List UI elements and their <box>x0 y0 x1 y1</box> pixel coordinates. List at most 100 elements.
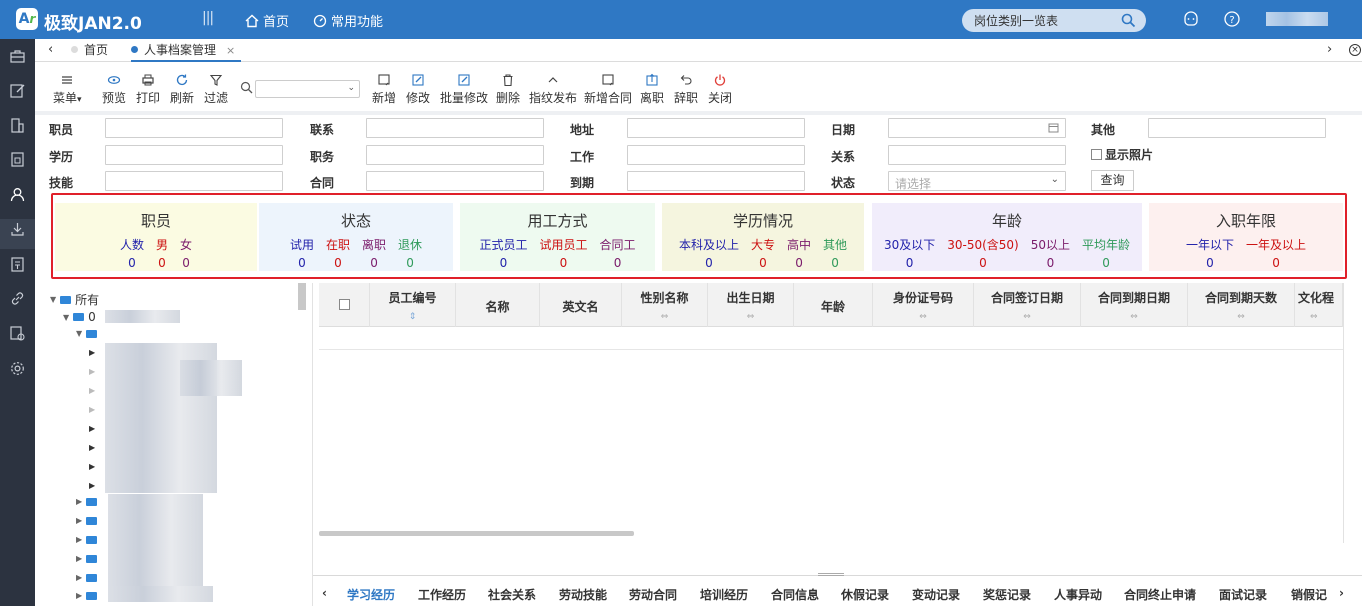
user-avatar[interactable] <box>1266 12 1328 26</box>
tree-node[interactable]: ▶ <box>89 348 95 357</box>
relation-field[interactable] <box>888 145 1066 165</box>
filter-button[interactable]: 过滤 <box>204 73 228 106</box>
stat-item[interactable]: 退休 0 <box>398 236 422 270</box>
education-field[interactable] <box>105 145 283 165</box>
stat-item[interactable]: 离职 0 <box>362 236 386 270</box>
stat-item[interactable]: 试用 0 <box>290 236 314 270</box>
detail-tab[interactable]: 劳动合同 <box>629 586 677 603</box>
preview-button[interactable]: 预览 <box>102 73 126 106</box>
detail-tab[interactable]: 销假记 <box>1291 586 1327 603</box>
tree-node[interactable]: ▶ <box>89 481 95 490</box>
tree-node[interactable]: ▶ <box>89 386 95 395</box>
sort-icon[interactable]: ⇔ <box>622 312 707 322</box>
detail-tab[interactable]: 奖惩记录 <box>983 586 1031 603</box>
tree-node-company[interactable]: ▼ 0 <box>63 310 96 324</box>
tree-node[interactable]: ▶ <box>76 591 98 600</box>
stat-item[interactable]: 30-50(含50) 0 <box>947 236 1019 270</box>
contract-field[interactable] <box>366 171 544 191</box>
detail-tab[interactable]: 面试记录 <box>1219 586 1267 603</box>
column-header[interactable]: 合同到期日期 ⇔ <box>1081 283 1188 327</box>
tab-hr-archive[interactable]: 人事档案管理 × <box>131 39 242 62</box>
contact-field[interactable] <box>366 118 544 138</box>
document-icon[interactable] <box>9 151 26 168</box>
tree-node[interactable]: ▶ <box>89 424 95 433</box>
stat-item[interactable]: 其他 0 <box>823 236 847 270</box>
stat-item[interactable]: 高中 0 <box>787 236 811 270</box>
tab-close-icon[interactable]: × <box>226 44 235 57</box>
column-header[interactable]: 文化程 ⇔ <box>1295 283 1343 327</box>
resign-button[interactable]: 辞职 <box>674 73 698 106</box>
detail-tab[interactable]: 社会关系 <box>488 586 536 603</box>
link-icon[interactable] <box>9 290 26 307</box>
sort-icon[interactable]: ⇕ <box>370 312 455 322</box>
column-header[interactable]: 身份证号码 ⇔ <box>873 283 974 327</box>
search-input[interactable] <box>974 12 1114 29</box>
detail-tab[interactable]: 休假记录 <box>841 586 889 603</box>
show-photo-checkbox[interactable]: 显示照片 <box>1091 146 1153 163</box>
stat-item[interactable]: 50以上 0 <box>1031 236 1070 270</box>
column-header[interactable]: 英文名 <box>540 283 622 327</box>
print-button[interactable]: 打印 <box>136 73 160 106</box>
skill-field[interactable] <box>105 171 283 191</box>
stat-item[interactable]: 男0 <box>156 236 168 270</box>
refresh-button[interactable]: 刷新 <box>170 73 194 106</box>
settings-icon[interactable] <box>9 360 26 377</box>
tree-node[interactable]: ▼ <box>76 329 98 338</box>
detail-tab[interactable]: 劳动技能 <box>559 586 607 603</box>
tab-scroll-left-icon[interactable]: ‹ <box>48 42 53 57</box>
stat-item[interactable]: 30及以下 0 <box>884 236 935 270</box>
delete-button[interactable]: 删除 <box>496 73 520 106</box>
stat-item[interactable]: 人数 0 <box>120 236 144 270</box>
address-field[interactable] <box>627 118 805 138</box>
filter-select[interactable]: ⌄ <box>255 80 360 98</box>
column-header[interactable]: 性别名称 ⇔ <box>622 283 708 327</box>
tree-node[interactable]: ▶ <box>76 516 98 525</box>
tab-home[interactable]: 首页 <box>71 39 108 62</box>
tree-node[interactable]: ▶ <box>89 367 95 376</box>
expiry-field[interactable] <box>627 171 805 191</box>
tree-root[interactable]: ▼ 所有 <box>50 291 99 308</box>
tree-node[interactable]: ▶ <box>76 497 98 506</box>
building-icon[interactable] <box>9 117 26 134</box>
toggle-sidebar-icon[interactable]: ||| <box>202 10 214 26</box>
stat-item[interactable]: 合同工 0 <box>600 236 636 270</box>
select-all-cell[interactable] <box>319 283 370 327</box>
column-header[interactable]: 员工编号 ⇕ <box>370 283 456 327</box>
tree-scrollbar[interactable] <box>298 283 306 310</box>
leave-button[interactable]: 离职 <box>640 73 664 106</box>
date-field[interactable] <box>888 118 1066 138</box>
column-header[interactable]: 出生日期 ⇔ <box>708 283 794 327</box>
edit-doc-icon[interactable] <box>9 82 26 99</box>
tree-node[interactable]: ▶ <box>89 405 95 414</box>
tree-node[interactable]: ▶ <box>76 554 98 563</box>
detail-tab[interactable]: 培训经历 <box>700 586 748 603</box>
global-search[interactable] <box>962 9 1146 32</box>
detail-tab[interactable]: 变动记录 <box>912 586 960 603</box>
nav-common-functions[interactable]: 常用功能 <box>313 11 383 30</box>
stat-item[interactable]: 在职 0 <box>326 236 350 270</box>
stat-item[interactable]: 正式员工 0 <box>479 236 527 270</box>
checkbox[interactable] <box>1091 149 1102 160</box>
pane-divider[interactable] <box>312 283 313 606</box>
tab-scroll-right-icon[interactable]: › <box>1327 42 1332 57</box>
position-field[interactable] <box>366 145 544 165</box>
sort-icon[interactable]: ⇔ <box>1081 312 1187 322</box>
column-header[interactable]: 合同签订日期 ⇔ <box>974 283 1081 327</box>
work-field[interactable] <box>627 145 805 165</box>
person-icon[interactable] <box>9 186 26 203</box>
sort-icon[interactable]: ⇔ <box>708 312 793 322</box>
other-field[interactable] <box>1148 118 1326 138</box>
stat-item[interactable]: 大专 0 <box>751 236 775 270</box>
download-icon[interactable] <box>9 221 26 238</box>
fingerprint-publish-button[interactable]: 指纹发布 <box>529 73 577 106</box>
menu-button[interactable]: 菜单▾ <box>53 73 82 106</box>
stat-item[interactable]: 本科及以上 0 <box>679 236 739 270</box>
add-contract-button[interactable]: 新增合同 <box>584 73 632 106</box>
invoice-icon[interactable] <box>9 256 26 273</box>
detail-tab[interactable]: 学习经历 <box>347 586 395 603</box>
employee-field[interactable] <box>105 118 283 138</box>
stat-item[interactable]: 试用员工 0 <box>539 236 587 270</box>
nav-home[interactable]: 首页 <box>245 11 289 30</box>
detail-tabs-left-icon[interactable]: ‹ <box>322 586 327 600</box>
tree-node[interactable]: ▶ <box>76 573 98 582</box>
